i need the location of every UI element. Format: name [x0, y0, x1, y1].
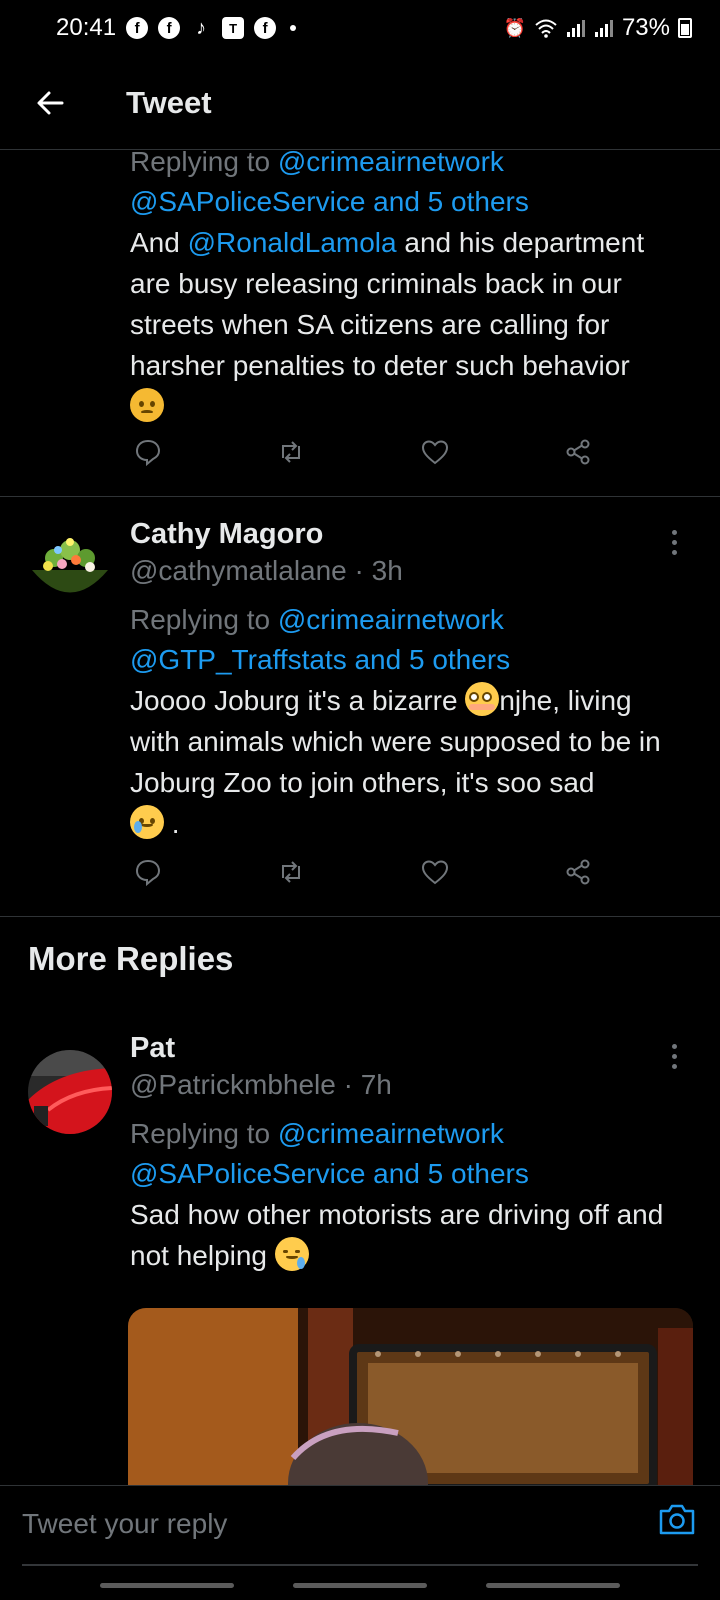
replying-to-label: Replying to	[130, 1118, 278, 1149]
arrow-left-icon	[37, 91, 64, 114]
battery-percent: 73%	[621, 14, 670, 41]
mention-link[interactable]: @crimeairnetwork	[278, 604, 504, 635]
tweet-text-part: And	[130, 227, 188, 258]
handle-line: @cathymatlalane · 3h	[130, 552, 684, 590]
tweet-time: · 7h	[343, 1069, 392, 1100]
tweet-actions	[128, 852, 598, 892]
facebook-icon: f	[126, 17, 149, 39]
reply-composer	[0, 1485, 720, 1595]
tweet-text: And @RonaldLamola and his department are…	[130, 222, 684, 427]
mention-link[interactable]: @GTP_Traffstats and 5 others	[130, 644, 510, 675]
display-name[interactable]: Pat	[130, 1030, 684, 1066]
retweet-icon	[282, 441, 301, 463]
replying-to-others: @SAPoliceService and 5 others	[130, 1154, 684, 1194]
replying-to-label: Replying to	[130, 150, 278, 177]
tweet-media-image[interactable]	[128, 1308, 693, 1485]
tweet-body: Replying to @crimeairnetwork @SAPoliceSe…	[130, 150, 684, 427]
tweet-text-part: Sad how other motorists are driving off …	[130, 1199, 664, 1271]
facebook-icon: f	[158, 17, 181, 39]
user-handle[interactable]: @Patrickmbhele	[130, 1069, 336, 1100]
tweet-body: Cathy Magoro @cathymatlalane · 3h Replyi…	[130, 516, 684, 844]
retweet-button[interactable]	[271, 852, 311, 892]
top-app-bar: Tweet	[0, 56, 720, 150]
back-button[interactable]	[0, 56, 100, 150]
heart-icon	[421, 440, 448, 465]
tweet-thread[interactable]: Replying to @crimeairnetwork @SAPoliceSe…	[0, 150, 720, 1485]
teams-icon: T	[222, 17, 245, 39]
input-underline	[22, 1564, 698, 1566]
replying-to: Replying to @crimeairnetwork	[130, 150, 684, 182]
tweet-time: · 3h	[354, 555, 403, 586]
share-button[interactable]	[558, 852, 598, 892]
system-nav-bar	[0, 1575, 720, 1595]
more-replies-heading: More Replies	[28, 940, 234, 977]
replying-to-others: @GTP_Traffstats and 5 others	[130, 640, 684, 680]
angry-face-emoji	[130, 388, 164, 422]
mention-link[interactable]: @crimeairnetwork	[278, 150, 504, 177]
back-nav-button[interactable]	[486, 1582, 621, 1588]
reply-input[interactable]	[22, 1508, 582, 1540]
signal-icon	[594, 20, 613, 37]
car-avatar-image	[28, 1050, 112, 1134]
page-title: Tweet	[126, 84, 212, 120]
status-bar: 20:41 f f ♪ T f ⏰ 73%	[0, 0, 720, 56]
avatar[interactable]	[28, 520, 112, 604]
reply-button[interactable]	[128, 432, 168, 472]
courtroom-photo	[128, 1308, 693, 1485]
replying-to-others: @SAPoliceService and 5 others	[130, 182, 684, 222]
user-handle[interactable]: @cathymatlalane	[130, 555, 347, 586]
heart-icon	[421, 860, 448, 885]
mention-link[interactable]: @SAPoliceService and 5 others	[130, 186, 529, 217]
camera-icon	[659, 1504, 695, 1535]
mention-link[interactable]: @RonaldLamola	[188, 227, 397, 258]
status-time: 20:41	[56, 14, 117, 41]
share-icon	[566, 439, 590, 465]
divider	[0, 496, 720, 497]
like-button[interactable]	[415, 852, 455, 892]
camera-button[interactable]	[656, 1498, 698, 1540]
mention-link[interactable]: @crimeairnetwork	[278, 1118, 504, 1149]
tiktok-icon: ♪	[196, 16, 207, 39]
tweet-text: Joooo Joburg it's a bizarre njhe, living…	[130, 680, 684, 844]
facebook-icon: f	[254, 17, 277, 39]
flower-bouquet-avatar-image	[28, 520, 112, 604]
sad-but-relieved-face-emoji	[130, 805, 164, 839]
tweet-body: Pat @Patrickmbhele · 7h Replying to @cri…	[130, 1030, 684, 1276]
reply-button[interactable]	[128, 852, 168, 892]
recents-nav-button[interactable]	[99, 1582, 234, 1588]
home-nav-button[interactable]	[292, 1582, 427, 1588]
like-button[interactable]	[415, 432, 455, 472]
avatar[interactable]	[28, 1050, 112, 1134]
replying-to-label: Replying to	[130, 604, 278, 635]
battery-charging-icon	[678, 18, 692, 38]
retweet-icon	[282, 861, 301, 883]
share-button[interactable]	[558, 432, 598, 472]
replying-to: Replying to @crimeairnetwork	[130, 600, 684, 640]
handle-line: @Patrickmbhele · 7h	[130, 1066, 684, 1104]
retweet-button[interactable]	[271, 432, 311, 472]
share-icon	[566, 859, 590, 885]
alarm-icon: ⏰	[503, 17, 526, 38]
tweet-text-part: Joooo Joburg it's a bizarre	[130, 685, 466, 716]
mention-link[interactable]: @SAPoliceService and 5 others	[130, 1158, 529, 1189]
signal-icon	[566, 20, 585, 37]
reply-icon	[135, 439, 161, 467]
flushed-face-emoji	[465, 682, 500, 716]
reply-icon	[135, 859, 161, 887]
tweet-text: Sad how other motorists are driving off …	[130, 1194, 684, 1276]
dot-icon	[290, 25, 297, 31]
wifi-icon	[535, 19, 557, 38]
divider	[0, 916, 720, 917]
sleepy-face-emoji	[274, 1237, 309, 1271]
display-name[interactable]: Cathy Magoro	[130, 516, 684, 552]
tweet-text-part: .	[171, 808, 180, 839]
tweet-actions	[128, 432, 598, 472]
replying-to: Replying to @crimeairnetwork	[130, 1114, 684, 1154]
